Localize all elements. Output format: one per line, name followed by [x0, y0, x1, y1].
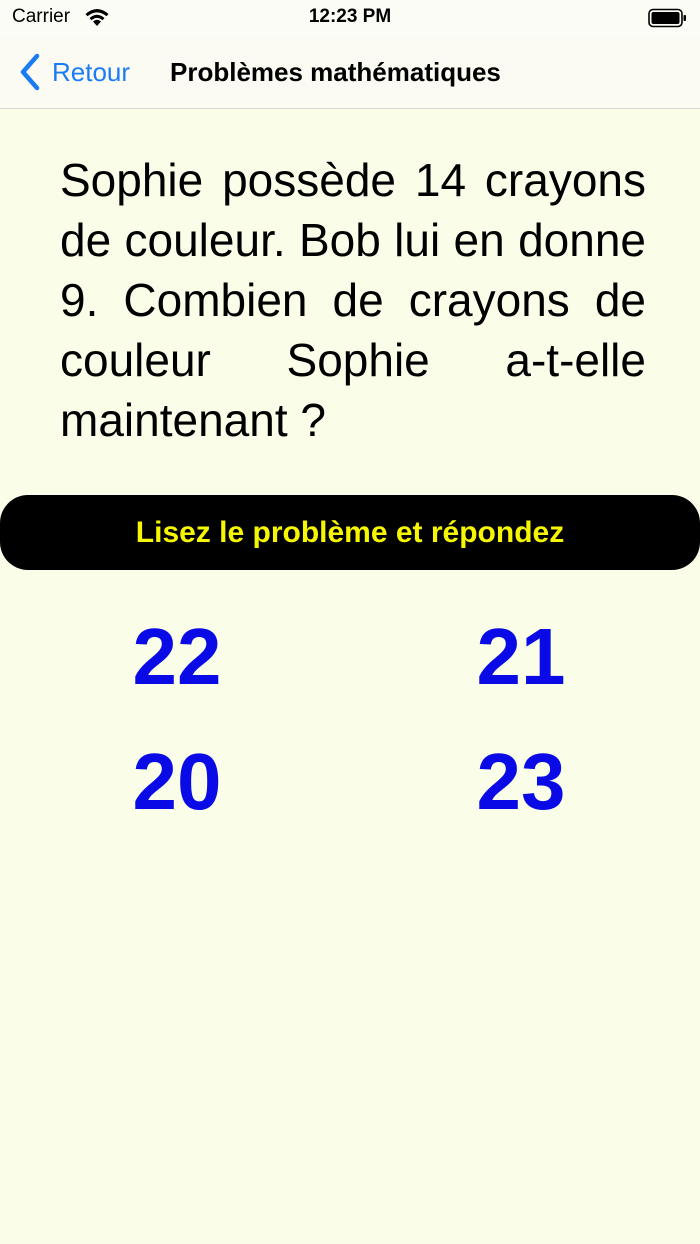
- answer-option[interactable]: 22: [77, 612, 277, 702]
- status-bar: Carrier 12:23 PM: [0, 0, 700, 36]
- page-title: Problèmes mathématiques: [170, 57, 501, 87]
- answer-option[interactable]: 23: [421, 737, 621, 827]
- back-button[interactable]: Retour: [18, 50, 130, 94]
- instruction-banner: Lisez le problème et répondez: [0, 495, 700, 570]
- answer-option[interactable]: 20: [77, 737, 277, 827]
- problem-text: Sophie possède 14 crayons de couleur. Bo…: [60, 154, 646, 446]
- instruction-text: Lisez le problème et répondez: [135, 515, 565, 549]
- chevron-left-icon: [20, 53, 40, 91]
- status-time: 12:23 PM: [308, 6, 392, 27]
- battery-icon: [648, 8, 686, 28]
- navigation-bar: Retour Problèmes mathématiques: [0, 36, 700, 109]
- back-button-label: Retour: [52, 56, 131, 87]
- answer-option[interactable]: 21: [421, 612, 621, 702]
